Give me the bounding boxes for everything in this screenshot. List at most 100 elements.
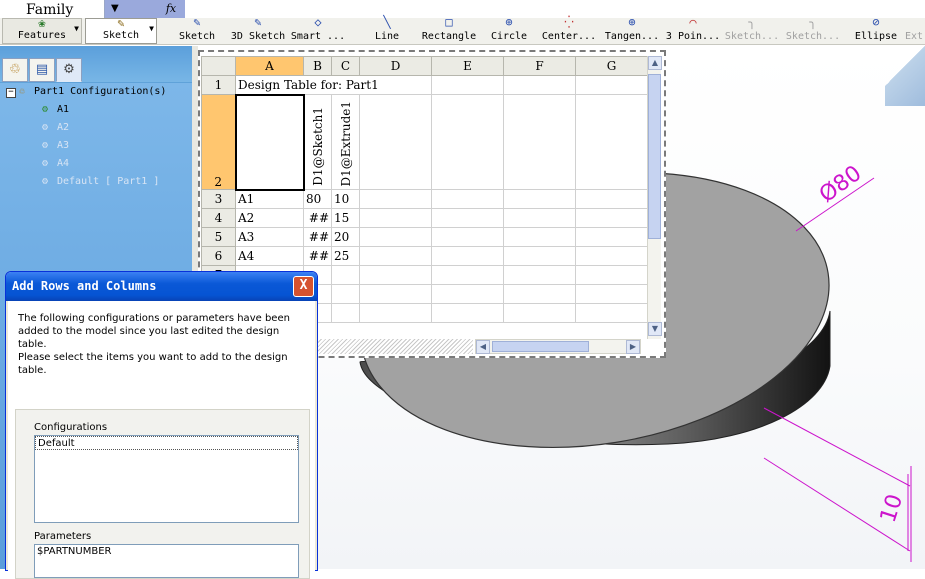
row-header[interactable]: 5 [201, 227, 236, 247]
feature-tree-tab[interactable]: ♲ [2, 58, 28, 82]
active-cell[interactable] [234, 93, 305, 191]
property-manager-tab[interactable]: ▤ [29, 58, 55, 82]
cell[interactable] [503, 189, 576, 209]
cell[interactable] [431, 227, 504, 247]
scroll-down-button[interactable]: ▼ [648, 322, 662, 336]
cell[interactable] [431, 265, 504, 285]
column-header-e[interactable]: E [431, 56, 504, 76]
extend-button[interactable]: Ext [905, 18, 925, 44]
cell[interactable] [431, 246, 504, 266]
parameter-header-b[interactable]: D1@Sketch1 [303, 94, 332, 190]
dialog-title-bar[interactable]: Add Rows and Columns X [6, 272, 317, 301]
cell[interactable] [359, 208, 432, 228]
cell[interactable] [575, 189, 648, 209]
cell[interactable] [359, 303, 432, 323]
cell[interactable] [431, 189, 504, 209]
column-header-f[interactable]: F [503, 56, 576, 76]
cell[interactable] [503, 227, 576, 247]
cell[interactable] [359, 227, 432, 247]
sketch-chamfer-button[interactable]: ╮ Sketch... [785, 16, 841, 44]
horizontal-scrollbar[interactable]: ◀ ▶ [475, 339, 641, 354]
ellipse-button[interactable]: ⊘ Ellipse [852, 16, 900, 44]
close-button[interactable]: X [293, 276, 314, 297]
config-name-cell[interactable]: A3 [235, 227, 304, 247]
sketch-button[interactable]: ✎ Sketch [176, 16, 218, 44]
column-header-a[interactable]: A [235, 56, 304, 76]
row-header-1[interactable]: 1 [201, 75, 236, 95]
cell[interactable] [431, 94, 504, 190]
row-header-2[interactable]: 2 [201, 94, 236, 190]
column-header-b[interactable]: B [303, 56, 332, 76]
cell[interactable] [575, 246, 648, 266]
column-header-d[interactable]: D [359, 56, 432, 76]
cell[interactable] [503, 94, 576, 190]
name-box[interactable]: Family [0, 0, 105, 18]
title-cell[interactable]: Design Table for: Part1 [235, 75, 432, 95]
cell[interactable] [575, 303, 648, 323]
name-box-dropdown[interactable]: ▼ [105, 0, 157, 18]
parameter-option[interactable]: $PARTNUMBER [35, 545, 298, 559]
configurations-list[interactable]: Default [34, 435, 299, 523]
3point-arc-button[interactable]: ⌒ 3 Poin... [664, 16, 722, 44]
cell[interactable] [359, 94, 432, 190]
config-item-a3[interactable]: ⚙ A3 [42, 140, 69, 151]
features-tab[interactable]: ❀ Features ▼ [2, 17, 82, 44]
sketch-fillet-button[interactable]: ╮ Sketch... [724, 16, 780, 44]
cell[interactable] [503, 265, 576, 285]
cell[interactable] [503, 246, 576, 266]
config-item-a2[interactable]: ⚙ A2 [42, 122, 69, 133]
sketch-tab[interactable]: ✎ Sketch ▼ [85, 17, 157, 44]
rectangle-button[interactable]: □ Rectangle [419, 16, 479, 44]
value-cell[interactable]: ## [303, 208, 332, 228]
cell[interactable] [575, 75, 648, 95]
cell[interactable] [503, 208, 576, 228]
value-cell[interactable]: 15 [331, 208, 360, 228]
vertical-scroll-thumb[interactable] [648, 74, 661, 239]
cell[interactable] [359, 246, 432, 266]
select-all-corner[interactable] [201, 56, 236, 76]
value-cell[interactable]: 10 [331, 189, 360, 209]
cell[interactable] [431, 284, 504, 304]
3d-sketch-button[interactable]: ✎ 3D Sketch [229, 16, 287, 44]
cell[interactable] [331, 303, 360, 323]
column-header-c[interactable]: C [331, 56, 360, 76]
cell[interactable] [575, 265, 648, 285]
value-cell[interactable]: ## [303, 227, 332, 247]
horizontal-scroll-thumb[interactable] [492, 341, 589, 352]
circle-button[interactable]: ⊕ Circle [488, 16, 530, 44]
cell[interactable] [575, 227, 648, 247]
cell[interactable] [575, 284, 648, 304]
cell[interactable] [359, 284, 432, 304]
config-name-cell[interactable]: A2 [235, 208, 304, 228]
parameter-header-c[interactable]: D1@Extrude1 [331, 94, 360, 190]
parameters-list[interactable]: $PARTNUMBER [34, 544, 299, 578]
smart-dimension-button[interactable]: ◇ Smart ... [290, 16, 346, 44]
cell[interactable] [431, 303, 504, 323]
row-header[interactable]: 4 [201, 208, 236, 228]
scroll-left-button[interactable]: ◀ [476, 340, 490, 354]
cell[interactable] [331, 284, 360, 304]
tree-root[interactable]: − ♲ Part1 Configuration(s) [6, 86, 166, 98]
cell[interactable] [575, 208, 648, 228]
collapse-icon[interactable]: − [6, 88, 16, 98]
cell[interactable] [503, 303, 576, 323]
scroll-up-button[interactable]: ▲ [648, 56, 662, 70]
centerpoint-arc-button[interactable]: ⁛ Center... [540, 16, 598, 44]
configuration-manager-tab[interactable]: ⚙ [56, 58, 82, 82]
cell[interactable] [575, 94, 648, 190]
config-item-a4[interactable]: ⚙ A4 [42, 158, 69, 169]
value-cell[interactable]: 20 [331, 227, 360, 247]
config-name-cell[interactable]: A1 [235, 189, 304, 209]
cell[interactable] [359, 189, 432, 209]
config-name-cell[interactable]: A4 [235, 246, 304, 266]
scroll-right-button[interactable]: ▶ [626, 340, 640, 354]
row-header[interactable]: 6 [201, 246, 236, 266]
config-item-a1[interactable]: ⚙ A1 [42, 104, 69, 115]
value-cell[interactable]: 80 [303, 189, 332, 209]
value-cell[interactable]: ## [303, 246, 332, 266]
vertical-scrollbar[interactable]: ▲ ▼ [647, 56, 662, 339]
config-item-default[interactable]: ⚙ Default [ Part1 ] [42, 176, 159, 187]
cell[interactable] [503, 284, 576, 304]
configuration-option[interactable]: Default [35, 436, 298, 450]
column-header-g[interactable]: G [575, 56, 648, 76]
